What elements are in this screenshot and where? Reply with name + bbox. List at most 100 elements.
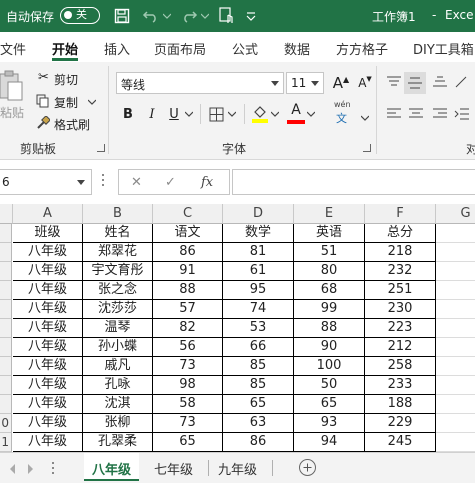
- font-size-combo[interactable]: 11: [286, 72, 324, 94]
- tab-data[interactable]: 数据: [284, 39, 310, 58]
- table-cell[interactable]: 93: [294, 414, 365, 433]
- add-sheet-button[interactable]: [299, 459, 316, 476]
- align-left-button[interactable]: [384, 104, 404, 124]
- paste-button[interactable]: 粘贴: [0, 70, 28, 120]
- table-cell[interactable]: 94: [294, 433, 365, 452]
- table-cell[interactable]: 八年级: [13, 281, 83, 300]
- column-header[interactable]: A: [13, 204, 83, 224]
- row-header[interactable]: 1: [0, 433, 12, 452]
- table-cell[interactable]: 65: [294, 395, 365, 414]
- table-cell[interactable]: 温琴: [83, 319, 153, 338]
- table-cell[interactable]: 86: [153, 243, 223, 262]
- table-cell[interactable]: 八年级: [13, 395, 83, 414]
- table-cell[interactable]: 85: [223, 376, 294, 395]
- table-cell[interactable]: 56: [153, 338, 223, 357]
- table-cell[interactable]: 63: [223, 414, 294, 433]
- font-launcher-icon[interactable]: [363, 144, 371, 152]
- table-cell[interactable]: 90: [294, 338, 365, 357]
- table-cell[interactable]: 245: [365, 433, 436, 452]
- column-header[interactable]: B: [83, 204, 153, 224]
- prev-sheet-icon[interactable]: [10, 464, 15, 474]
- empty-cell[interactable]: [436, 224, 475, 243]
- column-header[interactable]: F: [365, 204, 436, 224]
- column-header[interactable]: E: [294, 204, 365, 224]
- empty-cell[interactable]: [436, 414, 475, 433]
- insert-function-button[interactable]: fx: [201, 175, 213, 190]
- grow-font-button[interactable]: A ▲: [330, 73, 352, 93]
- empty-cell[interactable]: [436, 357, 475, 376]
- header-cell[interactable]: 语文: [153, 224, 223, 243]
- table-cell[interactable]: 八年级: [13, 338, 83, 357]
- empty-cell[interactable]: [436, 376, 475, 395]
- table-cell[interactable]: 53: [223, 319, 294, 338]
- table-cell[interactable]: 沈莎莎: [83, 300, 153, 319]
- shrink-font-button[interactable]: A ▼: [354, 73, 376, 93]
- table-cell[interactable]: 100: [294, 357, 365, 376]
- tab-home[interactable]: 开始: [52, 39, 78, 58]
- tab-file[interactable]: 文件: [0, 39, 26, 58]
- table-cell[interactable]: 251: [365, 281, 436, 300]
- table-cell[interactable]: 张之念: [83, 281, 153, 300]
- fill-color-button[interactable]: [250, 102, 270, 126]
- row-header[interactable]: [0, 224, 12, 243]
- touch-mode-icon[interactable]: [216, 6, 238, 26]
- formula-bar-grip[interactable]: [102, 174, 105, 190]
- table-cell[interactable]: 232: [365, 262, 436, 281]
- table-cell[interactable]: 99: [294, 300, 365, 319]
- table-cell[interactable]: 88: [153, 281, 223, 300]
- sheet-tab-grade9[interactable]: 九年级: [210, 453, 265, 481]
- name-box[interactable]: 6: [0, 169, 92, 195]
- row-header[interactable]: 0: [0, 414, 12, 433]
- header-cell[interactable]: 英语: [294, 224, 365, 243]
- font-color-button[interactable]: A: [286, 102, 306, 126]
- table-cell[interactable]: 八年级: [13, 243, 83, 262]
- borders-button[interactable]: [206, 104, 226, 124]
- table-cell[interactable]: 233: [365, 376, 436, 395]
- table-cell[interactable]: 八年级: [13, 357, 83, 376]
- formula-input[interactable]: [232, 169, 475, 195]
- table-cell[interactable]: 八年级: [13, 433, 83, 452]
- row-header[interactable]: [0, 395, 12, 414]
- table-cell[interactable]: 91: [153, 262, 223, 281]
- empty-cell[interactable]: [436, 319, 475, 338]
- tab-insert[interactable]: 插入: [104, 39, 130, 58]
- borders-dropdown-icon[interactable]: [227, 104, 237, 124]
- undo-dropdown-icon[interactable]: [162, 6, 172, 26]
- clipboard-launcher-icon[interactable]: [97, 144, 105, 152]
- table-cell[interactable]: 66: [223, 338, 294, 357]
- row-header[interactable]: [0, 338, 12, 357]
- underline-dropdown-icon[interactable]: [184, 104, 194, 124]
- table-cell[interactable]: 88: [294, 319, 365, 338]
- indent-button[interactable]: [452, 104, 472, 124]
- table-cell[interactable]: 孔咏: [83, 376, 153, 395]
- font-name-combo[interactable]: 等线: [116, 72, 284, 94]
- row-header[interactable]: [0, 319, 12, 338]
- sheet-tab-grade8[interactable]: 八年级: [84, 453, 140, 481]
- header-cell[interactable]: 数学: [223, 224, 294, 243]
- table-cell[interactable]: 212: [365, 338, 436, 357]
- row-header[interactable]: [0, 281, 12, 300]
- table-cell[interactable]: 85: [223, 357, 294, 376]
- table-cell[interactable]: 229: [365, 414, 436, 433]
- table-cell[interactable]: 八年级: [13, 414, 83, 433]
- table-cell[interactable]: 孙小蝶: [83, 338, 153, 357]
- table-cell[interactable]: 65: [223, 395, 294, 414]
- table-cell[interactable]: 八年级: [13, 262, 83, 281]
- empty-cell[interactable]: [436, 300, 475, 319]
- column-header[interactable]: D: [223, 204, 294, 224]
- column-header[interactable]: C: [153, 204, 223, 224]
- header-cell[interactable]: 总分: [365, 224, 436, 243]
- row-header[interactable]: [0, 300, 12, 319]
- table-cell[interactable]: 八年级: [13, 319, 83, 338]
- table-cell[interactable]: 74: [223, 300, 294, 319]
- table-cell[interactable]: 73: [153, 414, 223, 433]
- undo-icon[interactable]: [140, 6, 162, 26]
- table-cell[interactable]: 82: [153, 319, 223, 338]
- table-cell[interactable]: 八年级: [13, 300, 83, 319]
- tab-page-layout[interactable]: 页面布局: [154, 39, 206, 58]
- empty-cell[interactable]: [436, 262, 475, 281]
- row-header[interactable]: [0, 376, 12, 395]
- row-header[interactable]: [0, 357, 12, 376]
- table-cell[interactable]: 57: [153, 300, 223, 319]
- tab-diy-toolbox[interactable]: DIY工具箱: [413, 39, 474, 58]
